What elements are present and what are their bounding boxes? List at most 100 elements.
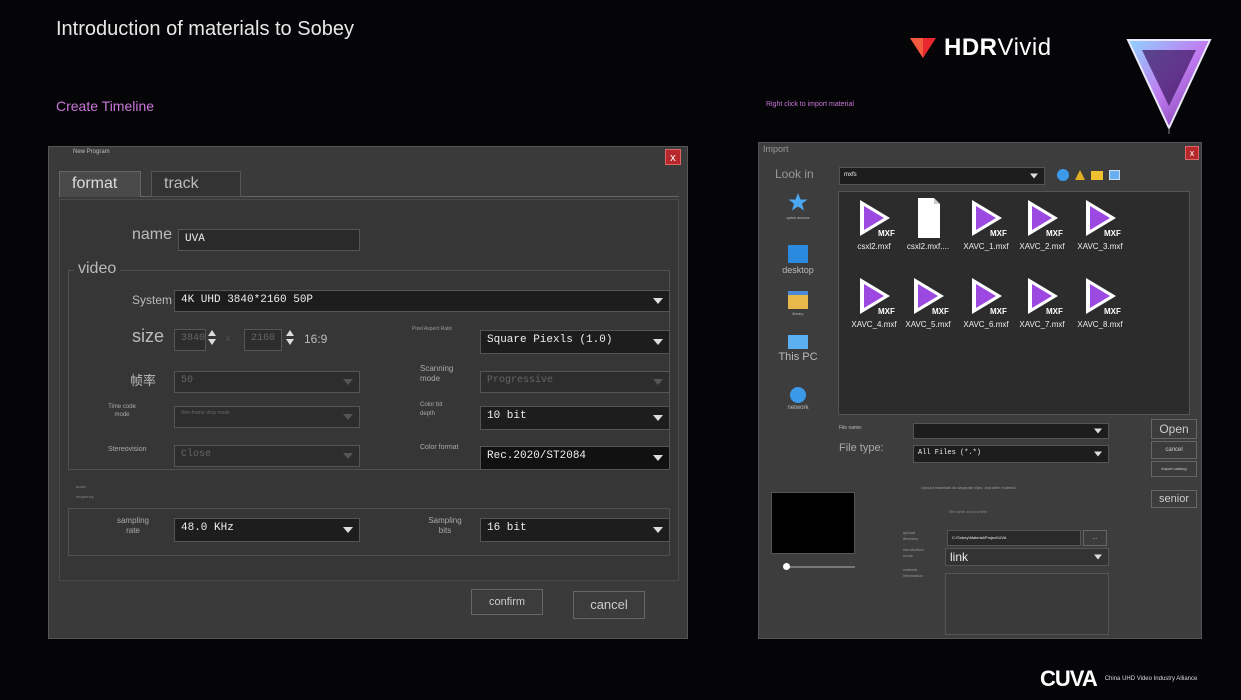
pixel-aspect-select[interactable]: Square Piexls (1.0) (480, 330, 670, 354)
scanning-mode-label-line: mode (420, 374, 441, 383)
mxf-file-icon: MXF (852, 276, 896, 316)
open-button[interactable]: Open (1151, 419, 1197, 439)
width-stepper[interactable] (208, 330, 217, 350)
upload-directory-input[interactable]: C:\Sobey\Material\Project\UVA (947, 530, 1081, 546)
place-desktop[interactable]: desktop (767, 245, 829, 275)
dialog-title: New Program (73, 149, 110, 155)
preview-scrubber-handle[interactable] (783, 563, 790, 570)
cancel-button[interactable]: cancel (573, 591, 645, 619)
sampling-rate-label-line: sampling (116, 516, 149, 525)
back-icon[interactable] (1057, 169, 1069, 181)
upload-directory-label-line: directory (903, 536, 919, 541)
file-name-input[interactable] (913, 423, 1109, 439)
svg-text:MXF: MXF (1046, 307, 1063, 316)
file-item[interactable]: MXF XAVC_8.mxf (1067, 276, 1133, 329)
height-input[interactable]: 2160 (244, 329, 282, 351)
scanning-mode-label: Scanning mode (420, 364, 453, 384)
place-network[interactable]: network (767, 387, 829, 411)
timecode-mode-label-line: Time code (108, 404, 136, 410)
frame-rate-select[interactable]: 50 (174, 371, 360, 393)
introduction-mode-select[interactable]: link (945, 548, 1109, 566)
frequency-label: frequency (76, 494, 94, 499)
file-name: csxl2.mxf.... (906, 242, 950, 251)
frame-rate-value: 50 (181, 375, 194, 386)
document-icon (906, 198, 950, 238)
browse-button[interactable]: ... (1083, 530, 1107, 546)
place-quick-access[interactable]: quick access (767, 193, 829, 220)
system-select[interactable]: 4K UHD 3840*2160 50P (174, 290, 670, 312)
svg-text:MXF: MXF (878, 307, 895, 316)
look-in-value: mxfs (844, 172, 857, 178)
stereovision-select[interactable]: Close (174, 445, 360, 467)
file-type-label: File type: (839, 442, 884, 454)
file-item[interactable]: MXF XAVC_2.mxf (1009, 198, 1075, 251)
place-label: quick access (786, 215, 810, 220)
close-button[interactable]: x (665, 149, 681, 165)
color-format-label: Color format (420, 444, 459, 451)
tab-format[interactable]: format (59, 171, 141, 197)
stepper-down-icon (208, 339, 216, 345)
file-list[interactable]: MXF csxl2.mxf csxl2.mxf.... MXF XAVC_1.mxf MX… (838, 191, 1190, 415)
size-label: size (132, 326, 165, 346)
preview-scrubber-track[interactable] (785, 566, 855, 568)
upload-note: Upload materials as separate clips, and … (921, 485, 1016, 490)
color-bit-depth-label: Color bit depth (420, 401, 442, 419)
pixel-aspect-value: Square Piexls (1.0) (487, 334, 613, 346)
timecode-mode-select[interactable]: Non-frame drop mode (174, 406, 360, 428)
import-catalog-button[interactable]: import catalog (1151, 461, 1197, 477)
timecode-mode-label: Time code mode (102, 403, 142, 419)
senior-button[interactable]: senior (1151, 490, 1197, 508)
prism-logo-icon (1126, 39, 1212, 134)
height-stepper[interactable] (286, 330, 295, 350)
close-button[interactable]: x (1185, 146, 1199, 160)
name-input[interactable]: UVA (178, 229, 360, 251)
material-information-textarea[interactable] (945, 573, 1109, 635)
svg-text:MXF: MXF (990, 307, 1007, 316)
chevron-down-icon (1030, 173, 1038, 179)
file-type-select[interactable]: All Files (*.*) (913, 445, 1109, 463)
file-item[interactable]: MXF XAVC_5.mxf (895, 276, 961, 329)
introduction-mode-label-line: mode (903, 553, 914, 558)
color-format-select[interactable]: Rec.2020/ST2084 (480, 446, 670, 470)
width-input[interactable]: 3840 (174, 329, 206, 351)
place-library[interactable]: library (767, 291, 829, 316)
network-icon (790, 387, 806, 403)
upload-directory-label: upload directory (903, 530, 918, 542)
new-folder-icon[interactable] (1091, 171, 1103, 180)
import-hint-label: Right click to import material (766, 101, 854, 108)
place-this-pc[interactable]: This PC (767, 335, 829, 363)
size-separator: x (226, 333, 231, 343)
chevron-down-icon (1094, 554, 1102, 560)
mxf-file-icon: MXF (1078, 198, 1122, 238)
material-information-label: material information (903, 567, 923, 579)
view-menu-icon[interactable] (1109, 170, 1120, 180)
scanning-mode-value: Progressive (487, 375, 554, 386)
file-item[interactable]: MXF XAVC_3.mxf (1067, 198, 1133, 251)
mxf-file-icon: MXF (964, 276, 1008, 316)
color-bit-depth-label-line: depth (420, 411, 436, 417)
chevron-down-icon (343, 453, 353, 459)
confirm-button[interactable]: confirm (471, 589, 543, 615)
stereovision-value: Close (181, 449, 212, 460)
cuva-logo: CUVA China UHD Video Industry Alliance (1040, 666, 1197, 692)
file-item[interactable]: csxl2.mxf.... (895, 198, 961, 251)
system-label: System (132, 293, 173, 307)
cancel-button[interactable]: cancel (1151, 441, 1197, 459)
stepper-up-icon (286, 330, 294, 336)
new-program-dialog: New Program x format track name UVA vide… (48, 146, 688, 639)
sampling-bits-select[interactable]: 16 bit (480, 518, 670, 542)
file-item[interactable]: MXF XAVC_7.mxf (1009, 276, 1075, 329)
material-information-label-line: information (903, 573, 923, 578)
look-in-select[interactable]: mxfs (839, 167, 1045, 185)
stereovision-label: Stereovision (108, 446, 147, 453)
tab-track[interactable]: track (151, 171, 241, 197)
chevron-down-icon (1094, 428, 1102, 434)
scanning-mode-select[interactable]: Progressive (480, 371, 670, 393)
color-bit-depth-select[interactable]: 10 bit (480, 406, 670, 430)
up-folder-icon[interactable] (1075, 170, 1085, 180)
import-dialog-title: Import (763, 144, 789, 154)
sampling-rate-select[interactable]: 48.0 KHz (174, 518, 360, 542)
import-dialog: Import x Look in mxfs quick access deskt… (758, 142, 1202, 639)
chevron-down-icon (343, 527, 353, 533)
sampling-rate-label-line: rate (126, 526, 140, 535)
